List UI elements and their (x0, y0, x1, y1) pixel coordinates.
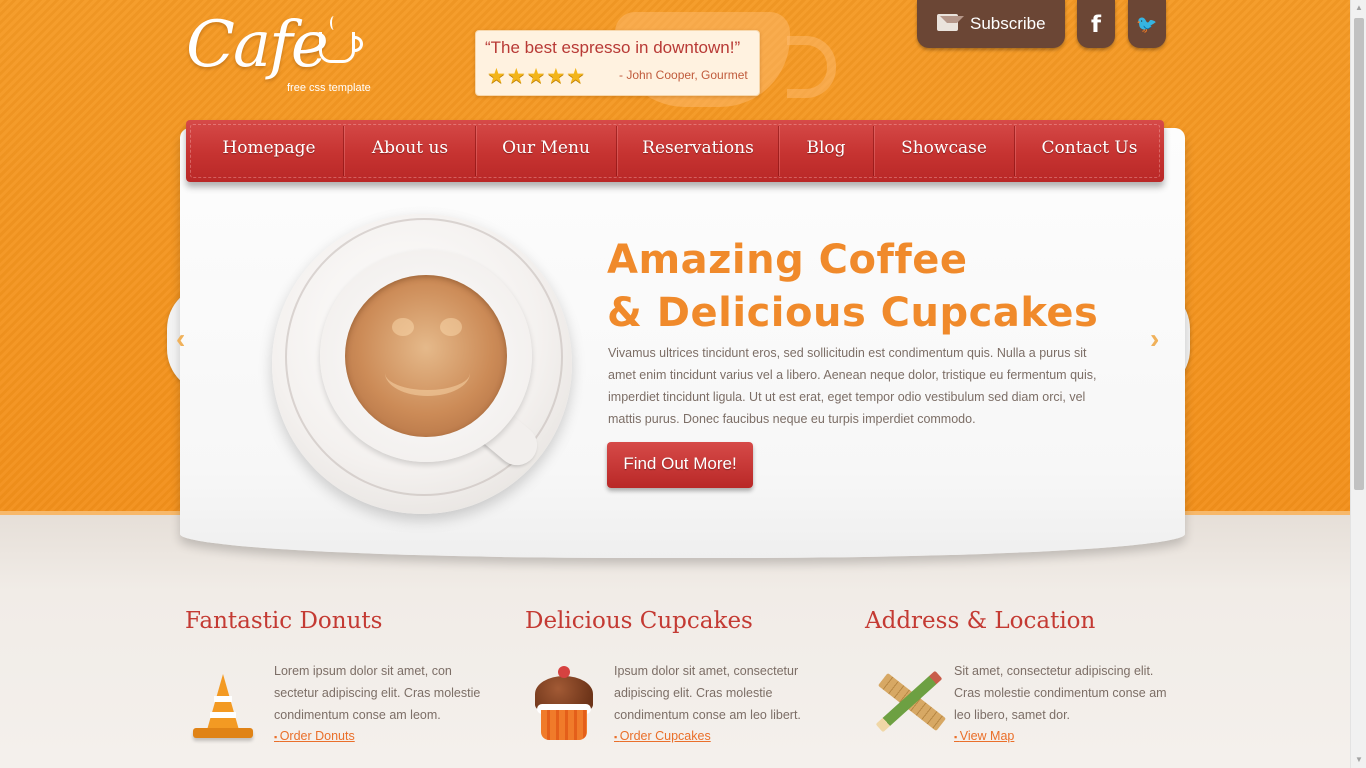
find-out-more-button[interactable]: Find Out More! (607, 442, 753, 488)
nav-separator (1014, 126, 1015, 176)
subscribe-button[interactable]: Subscribe (917, 0, 1065, 48)
nav-item-reservations[interactable]: Reservations (619, 120, 777, 182)
nav-item-our-menu[interactable]: Our Menu (478, 120, 614, 182)
feature-column-donuts: Fantastic Donuts Lorem ipsum dolor sit a… (185, 608, 505, 758)
slider-prev-arrow-icon[interactable]: ‹ (176, 323, 185, 355)
feature-text: Sit amet, consectetur adipiscing elit. C… (954, 664, 1167, 722)
feature-column-cupcakes: Delicious Cupcakes Ipsum dolor sit amet,… (525, 608, 845, 758)
traffic-cone-icon (189, 672, 257, 740)
crema-pattern (392, 318, 414, 336)
crema-pattern (440, 318, 462, 336)
hero-description: Vivamus ultrices tincidunt eros, sed sol… (608, 346, 1097, 426)
envelope-icon (937, 14, 964, 31)
logo-cup-icon (319, 32, 363, 63)
nav-item-contact-us[interactable]: Contact Us (1017, 120, 1162, 182)
scroll-up-arrow-icon[interactable]: ▲ (1351, 0, 1366, 16)
nav-item-about-us[interactable]: About us (346, 120, 474, 182)
quote-text: “The best espresso in downtown!” (485, 38, 741, 57)
view-map-link[interactable]: View Map (954, 729, 1015, 743)
site-logo[interactable]: Cafe free css template (186, 8, 386, 108)
twitter-icon: 🐦 (1136, 15, 1158, 34)
ruler-pencil-icon (865, 664, 947, 736)
logo-steam-icon (330, 16, 338, 30)
facebook-icon: f (1090, 12, 1101, 38)
hero-title-line2: & Delicious Cupcakes (607, 290, 1099, 336)
subscribe-label: Subscribe (970, 14, 1046, 33)
nav-separator (778, 126, 779, 176)
main-navigation: Homepage About us Our Menu Reservations … (186, 120, 1164, 182)
twitter-button[interactable]: 🐦 (1128, 0, 1166, 48)
scroll-down-arrow-icon[interactable]: ▼ (1351, 752, 1366, 768)
logo-wordmark: Cafe (186, 8, 329, 82)
quote-author: - John Cooper, Gourmet (619, 68, 748, 82)
facebook-button[interactable]: f (1077, 0, 1115, 48)
logo-tagline: free css template (287, 82, 371, 94)
page-scrollbar[interactable]: ▲ ▼ (1350, 0, 1366, 768)
nav-separator (343, 126, 344, 176)
nav-separator (873, 126, 874, 176)
nav-item-blog[interactable]: Blog (781, 120, 871, 182)
feature-column-location: Address & Location Sit amet, consectetur… (865, 608, 1185, 758)
order-cupcakes-link[interactable]: Order Cupcakes (614, 729, 711, 743)
testimonial-quote: “The best espresso in downtown!” ★★★★★ -… (475, 30, 760, 96)
hero-title: Amazing Coffee & Delicious Cupcakes (607, 234, 1098, 340)
nav-separator (616, 126, 617, 176)
feature-text: Ipsum dolor sit amet, consectetur adipis… (614, 664, 801, 722)
slider-next-arrow-icon[interactable]: › (1150, 323, 1159, 355)
feature-text: Lorem ipsum dolor sit amet, con sectetur… (274, 664, 481, 722)
feature-title: Address & Location (865, 608, 1096, 634)
scrollbar-thumb[interactable] (1354, 18, 1364, 490)
rating-stars-icon: ★★★★★ (487, 65, 587, 88)
nav-item-homepage[interactable]: Homepage (204, 120, 334, 182)
hero-title-line1: Amazing Coffee (607, 237, 968, 283)
nav-item-showcase[interactable]: Showcase (876, 120, 1012, 182)
order-donuts-link[interactable]: Order Donuts (274, 729, 355, 743)
crema-pattern (385, 350, 470, 396)
feature-title: Delicious Cupcakes (525, 608, 753, 634)
feature-title: Fantastic Donuts (185, 608, 383, 634)
cupcake-icon (529, 662, 599, 742)
nav-separator (475, 126, 476, 176)
